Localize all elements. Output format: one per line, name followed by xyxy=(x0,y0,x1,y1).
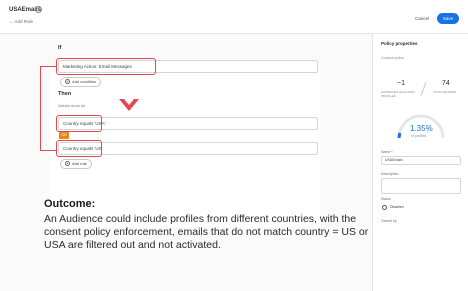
info-icon[interactable]: i xyxy=(35,6,42,13)
description-label: Description xyxy=(381,172,399,176)
stat-total-value: 74 xyxy=(442,80,450,87)
or-chip: OR xyxy=(59,132,69,139)
stat-divider xyxy=(420,82,427,96)
description-field[interactable] xyxy=(381,178,461,194)
add-icon: + xyxy=(65,161,70,166)
highlight-connector-bottom xyxy=(40,150,56,151)
properties-panel: Policy properties Consent policy ~1 ESTI… xyxy=(372,34,468,291)
arrow-down-icon xyxy=(119,99,139,111)
highlight-condition1 xyxy=(56,58,156,75)
cancel-button[interactable]: Cancel xyxy=(415,16,429,21)
status-value: Disabled xyxy=(390,205,404,209)
highlight-condition2 xyxy=(56,115,102,132)
policy-type: Consent policy xyxy=(381,56,404,60)
breadcrumb[interactable]: ← Add Rule xyxy=(9,19,33,24)
status-label: Status xyxy=(381,197,391,201)
percent-label: of profiles xyxy=(411,134,427,138)
stat-qualified-label: ESTIMATED QUALIFIED PROFILES xyxy=(381,90,415,98)
highlight-condition3 xyxy=(56,140,102,157)
highlight-connector-top xyxy=(40,66,56,67)
panel-title: Policy properties xyxy=(381,41,418,46)
add-condition-button[interactable]: + Add condition xyxy=(60,77,102,87)
if-label: If xyxy=(58,45,62,51)
percent-value: 1.35% xyxy=(410,124,433,133)
add-condition-label: Add condition xyxy=(72,79,97,84)
top-bar: USAEmails i ← Add Rule Cancel Save xyxy=(0,0,468,34)
add-rule-button[interactable]: + Add rule xyxy=(60,159,92,169)
add-rule-label: Add rule xyxy=(72,161,87,166)
name-label: Name * xyxy=(381,150,393,154)
add-icon: + xyxy=(65,79,70,84)
save-button[interactable]: Save xyxy=(437,13,459,24)
stat-qualified-value: ~1 xyxy=(397,80,405,87)
breadcrumb-label: Add Rule xyxy=(14,19,34,24)
then-sublabel: Values must be xyxy=(58,103,86,108)
highlight-connector xyxy=(40,66,41,150)
outcome-body: An Audience could include profiles from … xyxy=(44,213,369,251)
status-radio[interactable] xyxy=(382,205,387,210)
name-field[interactable]: USAEmails xyxy=(381,156,461,165)
stat-total-label: TOTAL ENTRIES xyxy=(433,90,457,94)
outcome-title: Outcome: xyxy=(44,198,96,210)
then-label: Then xyxy=(58,91,72,97)
owner-label: Owned by xyxy=(381,219,397,223)
